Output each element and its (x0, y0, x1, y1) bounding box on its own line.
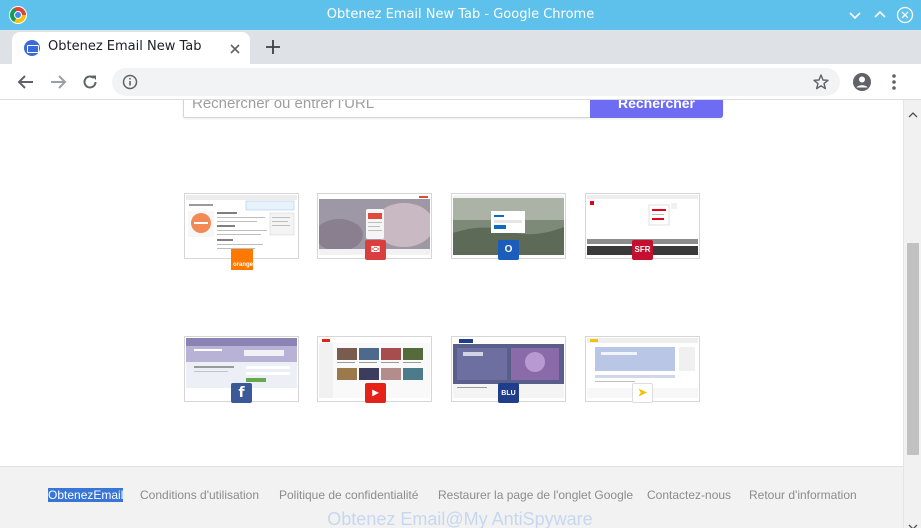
footer-link-terms[interactable]: Conditions d'utilisation (140, 488, 259, 502)
footer-link-restore-google-tab[interactable]: Restaurer la page de l'onglet Google (438, 488, 633, 502)
address-bar[interactable] (112, 68, 840, 96)
laposte-logo-icon: ➤ (632, 383, 653, 403)
reload-icon[interactable] (80, 72, 100, 92)
arrow-right-icon[interactable] (48, 72, 68, 92)
maximize-icon[interactable] (871, 6, 889, 24)
tile-sfr[interactable]: SFR SFR (585, 193, 700, 260)
tab-obtenez-email[interactable]: Obtenez Email New Tab (12, 32, 250, 64)
footer-link-contact[interactable]: Contactez-nous (647, 488, 731, 502)
facebook-logo-icon: f (231, 383, 252, 403)
watermark-text: Obtenez Email@My AntiSpyware (327, 509, 593, 528)
vertical-scrollbar[interactable] (903, 100, 921, 528)
browser-toolbar (0, 64, 921, 100)
scroll-up-icon[interactable] (908, 104, 918, 118)
search-input[interactable] (184, 100, 590, 117)
tab-strip: Obtenez Email New Tab (0, 30, 921, 64)
three-dots-vertical-icon[interactable] (884, 72, 904, 92)
scroll-down-icon[interactable] (908, 516, 918, 528)
envelope-icon (24, 40, 40, 56)
footer-link-privacy[interactable]: Politique de confidentialité (279, 488, 418, 502)
arrow-left-icon[interactable] (16, 72, 36, 92)
tile-la-poste[interactable]: La Poste ➤ (585, 336, 700, 403)
tile-facebook[interactable]: Facebook f (184, 336, 299, 403)
account-circle-icon[interactable] (852, 72, 872, 92)
orange-thumbnail (186, 195, 297, 255)
scrollbar-thumb[interactable] (907, 243, 919, 455)
orange-logo-icon: orange (231, 249, 253, 270)
search-button[interactable]: Rechercher (590, 100, 723, 118)
tile-bluewin[interactable]: Bluewin BLU (451, 336, 566, 403)
bluewin-logo-icon: BLU (498, 383, 519, 403)
tile-outlook[interactable]: Outlook O (451, 193, 566, 260)
window-title: Obtenez Email New Tab - Google Chrome (326, 7, 595, 22)
tab-title: Obtenez Email New Tab (48, 39, 202, 54)
search-box: Rechercher (183, 100, 723, 118)
window-titlebar: Obtenez Email New Tab - Google Chrome (0, 0, 921, 30)
outlook-logo-icon: O (498, 240, 519, 260)
info-icon[interactable] (122, 74, 138, 90)
footer-link-obtenezemail[interactable]: ObtenezEmail (48, 488, 124, 502)
gmail-logo-icon: ✉ (365, 240, 386, 260)
close-window-icon[interactable] (896, 6, 914, 24)
page-footer: ObtenezEmail Conditions d'utilisation Po… (0, 466, 903, 528)
star-icon[interactable] (812, 73, 830, 91)
minimize-icon[interactable] (846, 6, 864, 24)
youtube-logo-icon: ▶ (365, 383, 386, 403)
close-tab-icon[interactable] (228, 41, 242, 55)
new-tab-plus-icon[interactable] (264, 38, 282, 56)
page-viewport: Rechercher Orange orange (0, 100, 921, 528)
tile-orange[interactable]: Orange orange (184, 193, 299, 270)
tile-gmail[interactable]: Gmail ✉ (317, 193, 432, 260)
sfr-logo-icon: SFR (632, 240, 653, 260)
footer-link-feedback[interactable]: Retour d'information (749, 488, 857, 502)
tile-youtube[interactable]: YouTube ▶ (317, 336, 432, 403)
